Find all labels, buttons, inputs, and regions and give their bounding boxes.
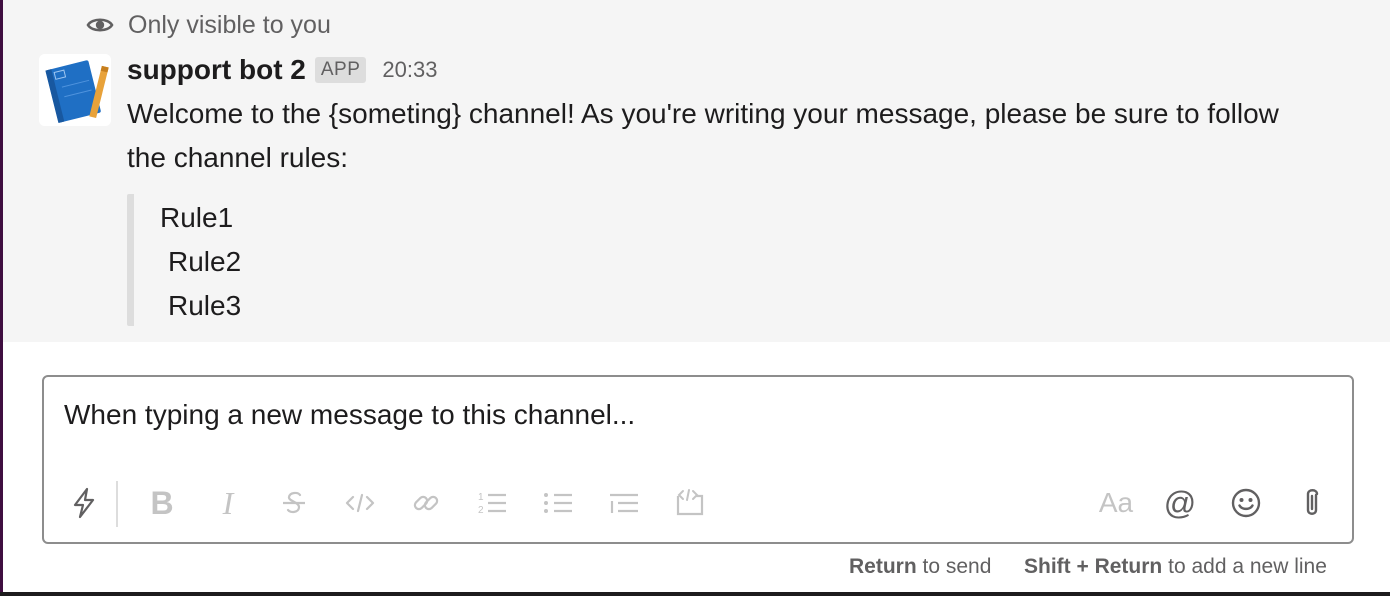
message-text: Welcome to the {someting} channel! As yo… <box>127 98 1279 173</box>
lightning-icon <box>73 487 95 519</box>
ordered-list-button[interactable]: 1 2 <box>472 483 512 523</box>
shortcuts-button[interactable] <box>64 483 104 523</box>
message-composer[interactable]: When typing a new message to this channe… <box>42 375 1354 544</box>
newline-key-label: Shift + Return <box>1024 555 1163 578</box>
blockquote-button[interactable] <box>604 483 644 523</box>
app-badge: APP <box>314 57 367 83</box>
newline-hint: Shift + Return to add a new line <box>1024 555 1327 579</box>
blockquote-icon <box>610 493 638 513</box>
ephemeral-notice: Only visible to you <box>86 10 331 40</box>
svg-text:1: 1 <box>478 492 484 503</box>
eye-icon <box>86 15 114 35</box>
bulleted-list-button[interactable] <box>538 483 578 523</box>
message-timestamp[interactable]: 20:33 <box>382 57 437 83</box>
send-key-label: Return <box>849 555 917 578</box>
send-hint-text: to send <box>922 555 992 578</box>
attach-button[interactable] <box>1292 483 1332 523</box>
italic-button[interactable]: I <box>208 483 248 523</box>
svg-text:2: 2 <box>478 505 484 516</box>
ordered-list-icon: 1 2 <box>478 492 506 516</box>
rules-blockquote: Rule1 Rule2 Rule3 <box>127 194 527 326</box>
strikethrough-icon <box>283 491 305 514</box>
code-block-button[interactable] <box>670 483 710 523</box>
link-button[interactable] <box>406 483 446 523</box>
blueprint-notebook-icon <box>39 54 111 126</box>
sender-name[interactable]: support bot 2 <box>127 54 306 86</box>
bot-avatar[interactable] <box>39 54 111 126</box>
message-header: support bot 2 APP 20:33 <box>127 52 437 88</box>
code-button[interactable] <box>340 483 380 523</box>
message-input[interactable]: When typing a new message to this channe… <box>64 399 635 431</box>
strikethrough-button[interactable] <box>274 483 314 523</box>
emoji-icon <box>1231 488 1261 518</box>
bold-button[interactable]: B <box>142 483 182 523</box>
toolbar-divider <box>116 481 118 527</box>
bottom-edge <box>0 592 1390 596</box>
ephemeral-text: Only visible to you <box>128 10 331 39</box>
paperclip-icon <box>1306 489 1319 515</box>
formatting-toggle-button[interactable]: Aa <box>1094 483 1138 523</box>
send-hint: Return to send <box>849 555 991 579</box>
emoji-button[interactable] <box>1226 483 1266 523</box>
quote-line-1: Rule1 <box>160 202 234 233</box>
mention-button[interactable]: @ <box>1160 483 1200 523</box>
code-icon <box>345 493 375 513</box>
quote-line-3: Rule3 <box>168 290 242 321</box>
link-icon <box>413 495 439 511</box>
code-block-icon <box>676 489 704 516</box>
quote-line-2: Rule2 <box>168 246 242 277</box>
bulleted-list-icon <box>544 493 572 513</box>
composer-toolbar: B I 1 2 Aa @ <box>44 475 1352 531</box>
newline-hint-text: to add a new line <box>1168 555 1327 578</box>
